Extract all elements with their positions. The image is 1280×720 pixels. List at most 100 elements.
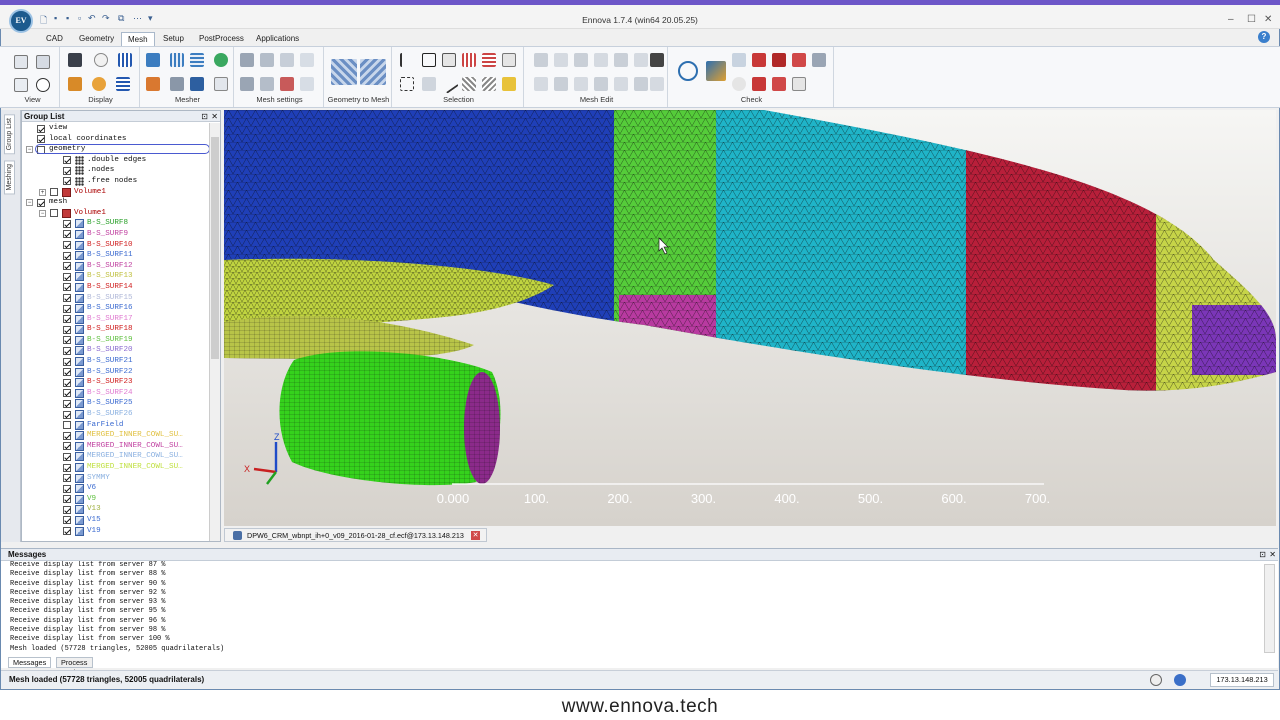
tree-row[interactable]: B-S_SURF14 [22,282,209,293]
info-icon[interactable] [1174,674,1186,686]
document-tab-close-icon[interactable]: ✕ [471,531,480,540]
document-tab[interactable]: DPW6_CRM_wbnpt_ih+0_v09_2016-01-28_cf.ec… [224,528,487,542]
visibility-checkbox[interactable] [37,124,45,133]
tree-row[interactable]: − Volume1 [22,208,209,219]
tree-row[interactable]: local coordinates [22,134,209,145]
check-b-icon[interactable] [812,53,826,67]
tree-row[interactable]: + Volume1 [22,187,209,198]
visibility-checkbox[interactable] [63,166,71,175]
mesh-size-icon[interactable] [214,77,228,91]
messages-scrollbar[interactable] [1264,564,1275,653]
tree-row[interactable]: .double edges [22,155,209,166]
clear-select-icon[interactable] [502,77,516,91]
tree-row[interactable]: V6 [22,483,209,494]
visibility-checkbox[interactable] [63,452,71,461]
edit-k-icon[interactable] [594,77,608,91]
edit-l-icon[interactable] [614,77,628,91]
visibility-checkbox[interactable] [50,188,58,197]
edit-f-icon[interactable] [634,53,648,67]
check-d-icon[interactable] [772,77,786,91]
tree-row[interactable]: B-S_SURF19 [22,335,209,346]
tab-applications[interactable]: Applications [250,32,305,46]
visibility-checkbox[interactable] [63,219,71,228]
settings-c-icon[interactable] [280,53,294,67]
visibility-checkbox[interactable] [63,177,71,186]
minimize-button[interactable]: – [1228,14,1234,25]
tree-row[interactable]: B-S_SURF21 [22,356,209,367]
check-v-icon[interactable] [752,53,766,67]
edit-d-icon[interactable] [594,53,608,67]
tree-row[interactable]: FarField [22,420,209,431]
tree-row[interactable]: MERGED_INNER_COWL_SU… [22,430,209,441]
select-options-icon[interactable] [502,53,516,67]
tab-messages[interactable]: Messages [8,657,52,668]
visibility-checkbox[interactable] [63,230,71,239]
visibility-checkbox[interactable] [63,262,71,271]
prism-mesher-icon[interactable] [146,77,160,91]
settings-a-icon[interactable] [240,53,254,67]
tab-mesh[interactable]: Mesh [121,32,155,46]
expand-toggle-icon[interactable]: − [26,146,33,154]
geometry-to-mesh-a-icon[interactable] [331,59,357,85]
visibility-checkbox[interactable] [63,495,71,504]
visibility-checkbox[interactable] [63,421,71,430]
tet-mesher-icon[interactable] [170,53,184,67]
lasso-select-icon[interactable] [400,77,414,91]
tree-row[interactable]: B-S_SURF10 [22,240,209,251]
edit-e-icon[interactable] [614,53,628,67]
pointer-icon[interactable] [400,53,414,67]
geometry-to-mesh-b-icon[interactable] [360,59,386,85]
app-logo[interactable]: EV [9,9,33,33]
region-select-icon[interactable] [462,77,476,91]
face-select-icon[interactable] [442,53,456,67]
edit-b-icon[interactable] [554,53,568,67]
tree-row[interactable]: MERGED_INNER_COWL_SU… [22,462,209,473]
edit-i-icon[interactable] [554,77,568,91]
edit-g-icon[interactable] [650,53,664,67]
tree-row[interactable]: MERGED_INNER_COWL_SU… [22,441,209,452]
edit-a-icon[interactable] [534,53,548,67]
side-tab-meshing[interactable]: Meshing [4,160,15,195]
tree-row[interactable]: B-S_SURF9 [22,229,209,240]
group-list-scrollbar[interactable] [209,123,220,541]
tree-row[interactable]: − mesh [22,197,209,208]
tree-row[interactable]: B-S_SURF22 [22,367,209,378]
visibility-checkbox[interactable] [63,527,71,536]
tree-row[interactable]: V13 [22,504,209,515]
tree-row[interactable]: B-S_SURF24 [22,388,209,399]
pin-icon[interactable]: ⊡ [201,111,208,122]
tree-row[interactable]: V19 [22,526,209,537]
tree-row[interactable]: − geometry [22,144,209,155]
visibility-checkbox[interactable] [63,484,71,493]
visibility-checkbox[interactable] [63,431,71,440]
edit-c-icon[interactable] [574,53,588,67]
tree-row[interactable]: B-S_SURF17 [22,314,209,325]
polygon-select-icon[interactable] [422,77,436,91]
tree-row[interactable]: B-S_SURF11 [22,250,209,261]
mesh-display-icon[interactable] [118,53,132,67]
remesh-icon[interactable] [214,53,228,67]
check-a-icon[interactable] [732,53,746,67]
tree-row[interactable]: V15 [22,515,209,526]
mesh-canvas[interactable]: 0.000 100. 200. 300. 400. 500. 600. 700. Z X [224,110,1276,526]
visibility-checkbox[interactable] [63,241,71,250]
tree-row[interactable]: B-S_SURF13 [22,271,209,282]
pan-icon[interactable] [14,78,28,92]
visibility-checkbox[interactable] [63,368,71,377]
disconnect-icon[interactable] [1150,674,1162,686]
check-f-icon[interactable] [792,77,806,91]
visibility-checkbox[interactable] [50,209,58,218]
volume-mesher-icon[interactable] [190,77,204,91]
visibility-checkbox[interactable] [37,198,45,207]
tree-row[interactable]: B-S_SURF12 [22,261,209,272]
line-select-icon[interactable] [439,74,459,94]
light-icon[interactable] [94,53,108,67]
edit-n-icon[interactable] [650,77,664,91]
tree-row[interactable]: V9 [22,494,209,505]
side-tab-group-list[interactable]: Group List [4,114,15,155]
settings-f-icon[interactable] [260,77,274,91]
3d-viewport[interactable]: 0.000 100. 200. 300. 400. 500. 600. 700. Z X [224,110,1276,526]
hex-mesher-icon[interactable] [190,53,204,67]
tree-row[interactable]: B-S_SURF18 [22,324,209,335]
visibility-checkbox[interactable] [63,505,71,514]
